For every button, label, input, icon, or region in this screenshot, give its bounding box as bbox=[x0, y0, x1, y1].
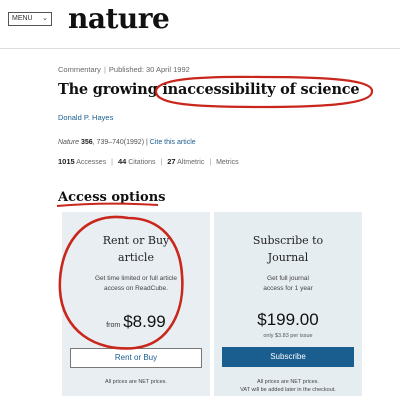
published-date: Published: 30 April 1992 bbox=[108, 65, 190, 74]
separator: | bbox=[209, 159, 212, 166]
article-title: The growing inaccessibility of science bbox=[58, 81, 360, 98]
metrics-link[interactable]: Metrics bbox=[216, 159, 239, 166]
citation-line: Nature 356, 739–740(1992) | Cite this ar… bbox=[58, 139, 196, 146]
rent-desc-line2: access on ReadCube. bbox=[104, 285, 168, 292]
subscribe-button[interactable]: Subscribe bbox=[222, 347, 354, 367]
subscribe-title-line2: Journal bbox=[267, 251, 309, 264]
per-issue-note: only $3.83 per issue bbox=[263, 333, 313, 339]
menu-label: MENU bbox=[12, 15, 33, 22]
author-link[interactable]: Donald P. Hayes bbox=[58, 113, 113, 122]
from-label: from bbox=[106, 322, 121, 329]
access-options-heading: Access options bbox=[58, 190, 166, 205]
rent-desc-line1: Get time limited or full article bbox=[95, 275, 177, 282]
rent-or-buy-button[interactable]: Rent or Buy bbox=[70, 348, 202, 368]
citations-label: Citations bbox=[128, 159, 156, 166]
metrics-bar: 1015 Accesses | 44 Citations | 27 Altmet… bbox=[58, 157, 239, 166]
pages: 739–740(1992) bbox=[96, 139, 145, 146]
journal-name: Nature bbox=[58, 139, 80, 146]
subscribe-fine-line2: VAT will be added later in the checkout. bbox=[240, 387, 336, 393]
separator: | bbox=[103, 65, 106, 74]
rent-fine-print: All prices are NET prices. bbox=[105, 379, 167, 385]
subscribe-title-line1: Subscribe to bbox=[252, 234, 324, 247]
rent-price: from $8.99 bbox=[62, 312, 210, 332]
separator: | bbox=[160, 159, 163, 166]
subscribe-card: Subscribe to Journal Get full journal ac… bbox=[214, 212, 362, 396]
rent-title-line1: Rent or Buy bbox=[102, 234, 170, 247]
site-header: MENU ⌄ nature bbox=[0, 0, 400, 50]
subscribe-fine-line1: All prices are NET prices. bbox=[257, 379, 319, 385]
separator: | bbox=[111, 159, 113, 166]
citations-count: 44 bbox=[117, 157, 127, 166]
accesses-label: Accesses bbox=[76, 159, 107, 166]
rent-card: Rent or Buy article Get time limited or … bbox=[62, 212, 210, 396]
subscribe-desc-line1: Get full journal bbox=[267, 275, 309, 282]
cite-link[interactable]: Cite this article bbox=[150, 139, 196, 146]
volume: 356 bbox=[80, 139, 93, 146]
header-divider bbox=[0, 48, 400, 49]
chevron-down-icon: ⌄ bbox=[42, 15, 48, 22]
brand-logo[interactable]: nature bbox=[68, 2, 170, 35]
subscribe-price: $199.00 bbox=[257, 310, 319, 329]
rent-price-value: $8.99 bbox=[123, 312, 166, 331]
altmetric-count: 27 bbox=[167, 157, 176, 166]
accesses-count: 1015 bbox=[58, 157, 75, 166]
subscribe-desc-line2: access for 1 year bbox=[263, 285, 313, 292]
altmetric-label: Altmetric bbox=[177, 159, 205, 166]
article-type: Commentary bbox=[58, 65, 101, 74]
article-meta: Commentary | Published: 30 April 1992 bbox=[58, 65, 190, 74]
rent-title-line2: article bbox=[118, 251, 154, 264]
menu-button[interactable]: MENU ⌄ bbox=[8, 12, 52, 26]
